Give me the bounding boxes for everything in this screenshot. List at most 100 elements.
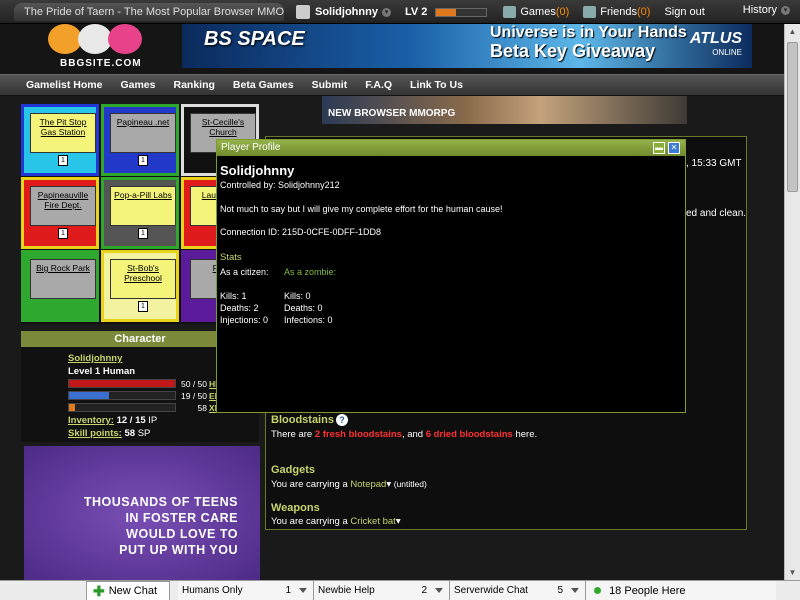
new-chat-label: New Chat — [108, 585, 158, 597]
citizen-injections: Injections: 0 — [220, 315, 269, 325]
hp-value: 50 / 50 — [181, 379, 207, 389]
ad-line: IN FOSTER CARE — [125, 511, 238, 525]
map-cell[interactable]: Papineauville Fire Dept. 1 — [21, 177, 99, 249]
zombie-deaths: Deaths: 0 — [284, 303, 323, 313]
games-link[interactable]: Games (0) — [503, 6, 569, 18]
fresh-bloodstains: 2 fresh bloodstains — [314, 429, 402, 440]
friends-count: (0) — [636, 6, 651, 18]
player-profile-dialog: Player Profile ▬ ✕ Solidjohnny Controlle… — [216, 139, 686, 413]
friends-link[interactable]: Friends (0) — [583, 6, 650, 18]
character-name[interactable]: Solidjohnny — [68, 353, 122, 364]
new-chat-button[interactable]: ✚ New Chat — [86, 581, 170, 600]
scroll-thumb[interactable] — [787, 42, 798, 192]
map-cell-occupant-count: 1 — [138, 155, 148, 166]
inventory-value: 12 / 15 — [116, 415, 146, 426]
friends-label: Friends — [600, 6, 637, 18]
banner-brand-sub: ONLINE — [712, 48, 742, 57]
dried-bloodstains: 6 dried bloodstains — [425, 429, 513, 440]
username-label[interactable]: Solidjohnny — [315, 6, 378, 18]
chevron-down-icon[interactable]: ▾ — [381, 7, 391, 17]
character-level: Level 1 Human — [68, 366, 136, 377]
minimize-icon[interactable]: ▬ — [653, 142, 665, 154]
profile-connection-id: Connection ID: 215D-0CFE-0DFF-1DD8 — [220, 227, 382, 237]
scroll-down-icon[interactable]: ▼ — [785, 565, 800, 580]
map-cell-label[interactable]: The Pit Stop Gas Station — [30, 113, 96, 153]
history-menu[interactable]: History ▾ — [743, 4, 790, 16]
ep-bar — [68, 391, 176, 400]
bloodstains-suffix: here. — [515, 429, 538, 440]
chevron-down-icon[interactable] — [299, 588, 307, 593]
foster-care-ad[interactable]: THOUSANDS OF TEENS IN FOSTER CARE WOULD … — [24, 446, 260, 582]
dialog-titlebar[interactable]: Player Profile ▬ ✕ — [217, 140, 685, 156]
map-cell[interactable]: The Pit Stop Gas Station 1 — [21, 104, 99, 176]
chat-tab-count: 2 — [421, 585, 427, 596]
zombie-stats-label: As a zombie: — [284, 267, 337, 277]
people-here-indicator[interactable]: 18 People Here — [586, 581, 776, 600]
skill-points-link[interactable]: Skill points: — [68, 428, 122, 439]
bloodstains-heading: Bloodstains? — [271, 414, 348, 426]
skill-points-unit: SP — [137, 428, 151, 439]
chevron-down-icon[interactable] — [571, 588, 579, 593]
map-cell[interactable]: St-Bob's Preschool 1 — [101, 250, 179, 322]
close-icon[interactable]: ✕ — [668, 142, 680, 154]
xp-bar — [68, 403, 176, 412]
map-cell-label[interactable]: Big Rock Park — [30, 259, 96, 299]
map-cell-label[interactable]: Pop-a-Pill Labs — [110, 186, 176, 226]
logo-blob — [78, 24, 112, 54]
scroll-up-icon[interactable]: ▲ — [785, 24, 800, 39]
chat-tab-count: 1 — [285, 585, 291, 596]
map-cell-label[interactable]: St-Bob's Preschool — [110, 259, 176, 299]
user-menu: Solidjohnny ▾ LV 2 Games (0) Friends (0) S… — [296, 4, 705, 20]
gadgets-title: Gadgets — [271, 464, 316, 476]
nav-submit[interactable]: Submit — [312, 79, 348, 91]
nav-games[interactable]: Games — [120, 79, 155, 91]
chat-tab-serverwide[interactable]: Serverwide Chat 5 — [450, 581, 586, 600]
avatar[interactable] — [296, 5, 310, 19]
cricket-bat-item[interactable]: Cricket bat — [350, 516, 395, 527]
notepad-status: (untitled) — [393, 479, 427, 489]
inventory-unit: IP — [148, 415, 158, 426]
notepad-item[interactable]: Notepad — [350, 479, 386, 490]
ad-line: WOULD LOVE TO — [126, 527, 238, 541]
citizen-kills: Kills: 1 — [220, 291, 247, 301]
chat-tab-count: 5 — [557, 585, 563, 596]
help-icon[interactable]: ? — [335, 414, 348, 426]
chat-tab-label: Serverwide Chat — [454, 585, 528, 596]
logo-blob — [108, 24, 142, 54]
xp-bar-fill — [69, 404, 76, 411]
banner-ad[interactable]: BS SPACE Universe is in Your Hands Beta … — [182, 24, 752, 68]
map-cell[interactable]: Big Rock Park — [21, 250, 99, 322]
nav-gamelist-home[interactable]: Gamelist Home — [26, 79, 102, 91]
signout-link[interactable]: Sign out — [664, 6, 704, 18]
nav-faq[interactable]: F.A.Q — [365, 79, 392, 91]
site-logo[interactable]: BBGSITE.COM — [48, 24, 148, 70]
game-banner-image[interactable]: NEW BROWSER MMORPG — [322, 96, 687, 124]
games-label: Games — [520, 6, 556, 18]
ad-text: THOUSANDS OF TEENS IN FOSTER CARE WOULD … — [24, 494, 238, 558]
window-tab-title[interactable]: The Pride of Taern - The Most Popular Br… — [14, 3, 284, 21]
games-icon — [503, 6, 517, 18]
stats-heading: Stats — [220, 252, 242, 263]
chevron-down-icon[interactable]: ▾ — [781, 5, 790, 15]
map-cell-label[interactable]: Papineau .net — [110, 113, 176, 153]
map-cell[interactable]: Pop-a-Pill Labs 1 — [101, 177, 179, 249]
citizen-stats-label: As a citizen: — [220, 267, 269, 277]
games-count: (0) — [555, 6, 570, 18]
ep-value: 19 / 50 — [181, 391, 207, 401]
xp-progress-bar — [435, 7, 488, 17]
map-cell[interactable]: Papineau .net 1 — [101, 104, 179, 176]
nav-link-to-us[interactable]: Link To Us — [410, 79, 463, 91]
nav-beta-games[interactable]: Beta Games — [233, 79, 294, 91]
game-banner-text: NEW BROWSER MMORPG — [328, 108, 456, 119]
chevron-down-icon[interactable]: ▾ — [386, 479, 391, 490]
skill-points-line: Skill points: 58 SP — [68, 428, 150, 439]
map-cell-label[interactable]: Papineauville Fire Dept. — [30, 186, 96, 226]
inventory-link[interactable]: Inventory: — [68, 415, 114, 426]
logo-text: BBGSITE.COM — [60, 58, 142, 69]
chat-tab-newbie-help[interactable]: Newbie Help 2 — [314, 581, 450, 600]
page-scrollbar[interactable]: ▲ ▼ — [784, 24, 800, 580]
nav-ranking[interactable]: Ranking — [173, 79, 214, 91]
chat-tab-humans-only[interactable]: Humans Only 1 — [178, 581, 314, 600]
chevron-down-icon[interactable] — [435, 588, 443, 593]
chevron-down-icon[interactable]: ▾ — [396, 516, 401, 527]
